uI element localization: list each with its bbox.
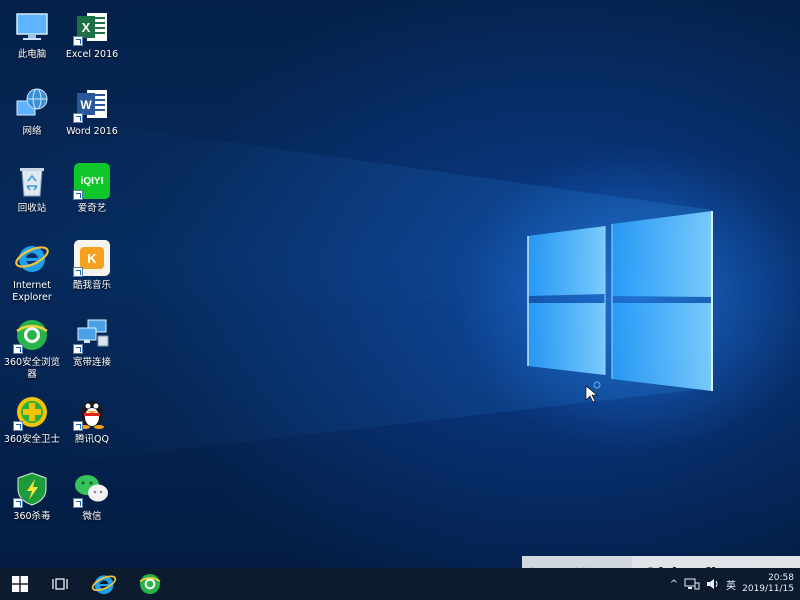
iqiyi-icon: iQIYI — [73, 162, 111, 200]
desktop-icon-label: 酷我音乐 — [72, 280, 111, 291]
360-browser-icon — [139, 574, 161, 594]
360-safe-icon — [13, 393, 51, 431]
desktop-icon-360-safe[interactable]: 360安全卫士 — [2, 393, 62, 467]
desktop-icon-internet-explorer[interactable]: Internet Explorer — [2, 239, 62, 313]
network-status-icon[interactable] — [684, 578, 700, 590]
qq-penguin-icon — [73, 393, 111, 431]
360-browser-icon — [13, 316, 51, 354]
desktop-icon-wechat[interactable]: 微信 — [62, 470, 122, 544]
shortcut-arrow-icon — [73, 267, 83, 277]
clock[interactable]: 20:58 2019/11/15 — [742, 573, 794, 595]
desktop-icon-label: Internet Explorer — [12, 280, 52, 303]
iqiyi-badge: iQIYI — [80, 175, 104, 187]
windows-logo-icon — [12, 576, 28, 592]
ie-icon — [13, 239, 51, 277]
desktop-icon-kuwo-music[interactable]: K 酷我音乐 — [62, 239, 122, 313]
desktop-icon-360-browser[interactable]: 360安全浏览器 — [2, 316, 62, 390]
ie-icon — [91, 575, 117, 595]
desktop-icon-excel[interactable]: X Excel 2016 — [62, 8, 122, 82]
desktop-icon-label: 网络 — [22, 126, 42, 137]
desktop-icon-label: Word 2016 — [66, 126, 118, 137]
shortcut-arrow-icon — [73, 421, 83, 431]
taskbar-ie-button[interactable] — [80, 568, 128, 600]
recycle-bin-icon — [13, 162, 51, 200]
desktop-icon-label: Excel 2016 — [65, 49, 119, 60]
clock-time: 20:58 — [768, 573, 794, 583]
svg-text:W: W — [80, 98, 92, 112]
desktop-icon-label: 360杀毒 — [13, 511, 51, 522]
desktop-icon-label: 360安全浏览器 — [3, 357, 61, 380]
desktop-icon-label: 腾讯QQ — [75, 434, 109, 445]
shortcut-arrow-icon — [73, 113, 83, 123]
task-view-button[interactable] — [40, 568, 80, 600]
desktop-icon-label: 360安全卫士 — [3, 434, 61, 445]
360-antivirus-shield-icon — [13, 470, 51, 508]
shortcut-arrow-icon — [73, 190, 83, 200]
wechat-icon — [73, 470, 111, 508]
shortcut-arrow-icon — [13, 421, 23, 431]
shortcut-arrow-icon — [13, 498, 23, 508]
shortcut-arrow-icon — [73, 498, 83, 508]
desktop-icon-label: 微信 — [82, 511, 102, 522]
clock-date: 2019/11/15 — [742, 584, 794, 594]
computer-icon — [13, 8, 51, 46]
system-tray: ^ 英 20:58 2019/11/15 — [670, 568, 800, 600]
desktop-icon-iqiyi[interactable]: iQIYI 爱奇艺 — [62, 162, 122, 236]
tray-chevron[interactable]: ^ — [670, 579, 678, 590]
desktop-icon-qq[interactable]: 腾讯QQ — [62, 393, 122, 467]
taskbar-360-browser-button[interactable] — [128, 568, 172, 600]
shortcut-arrow-icon — [73, 344, 83, 354]
desktop-icon-label: 此电脑 — [17, 49, 47, 60]
desktop-icon-label: 爱奇艺 — [77, 203, 107, 214]
word-icon: W — [73, 85, 111, 123]
desktop-icon-broadband[interactable]: 宽带连接 — [62, 316, 122, 390]
desktop-icon-label: 回收站 — [17, 203, 47, 214]
kuwo-music-icon: K — [73, 239, 111, 277]
desktop-icon-word[interactable]: W Word 2016 — [62, 85, 122, 159]
desktop-icon-recycle-bin[interactable]: 回收站 — [2, 162, 62, 236]
svg-text:X: X — [82, 20, 91, 35]
desktop-icon-this-pc[interactable]: 此电脑 — [2, 8, 62, 82]
volume-icon[interactable] — [706, 578, 720, 590]
network-globe-icon — [13, 85, 51, 123]
broadband-connection-icon — [73, 316, 111, 354]
desktop-icon-label: 宽带连接 — [72, 357, 111, 368]
desktop-icon-360-antivirus[interactable]: 360杀毒 — [2, 470, 62, 544]
shortcut-arrow-icon — [13, 344, 23, 354]
excel-icon: X — [73, 8, 111, 46]
desktop-icon-network[interactable]: 网络 — [2, 85, 62, 159]
shortcut-arrow-icon — [73, 36, 83, 46]
start-button[interactable] — [0, 568, 40, 600]
kuwo-badge: K — [87, 250, 97, 266]
taskbar: ^ 英 20:58 2019/11/15 — [0, 568, 800, 600]
ime-indicator[interactable]: 英 — [726, 577, 736, 592]
task-view-icon — [52, 578, 68, 590]
